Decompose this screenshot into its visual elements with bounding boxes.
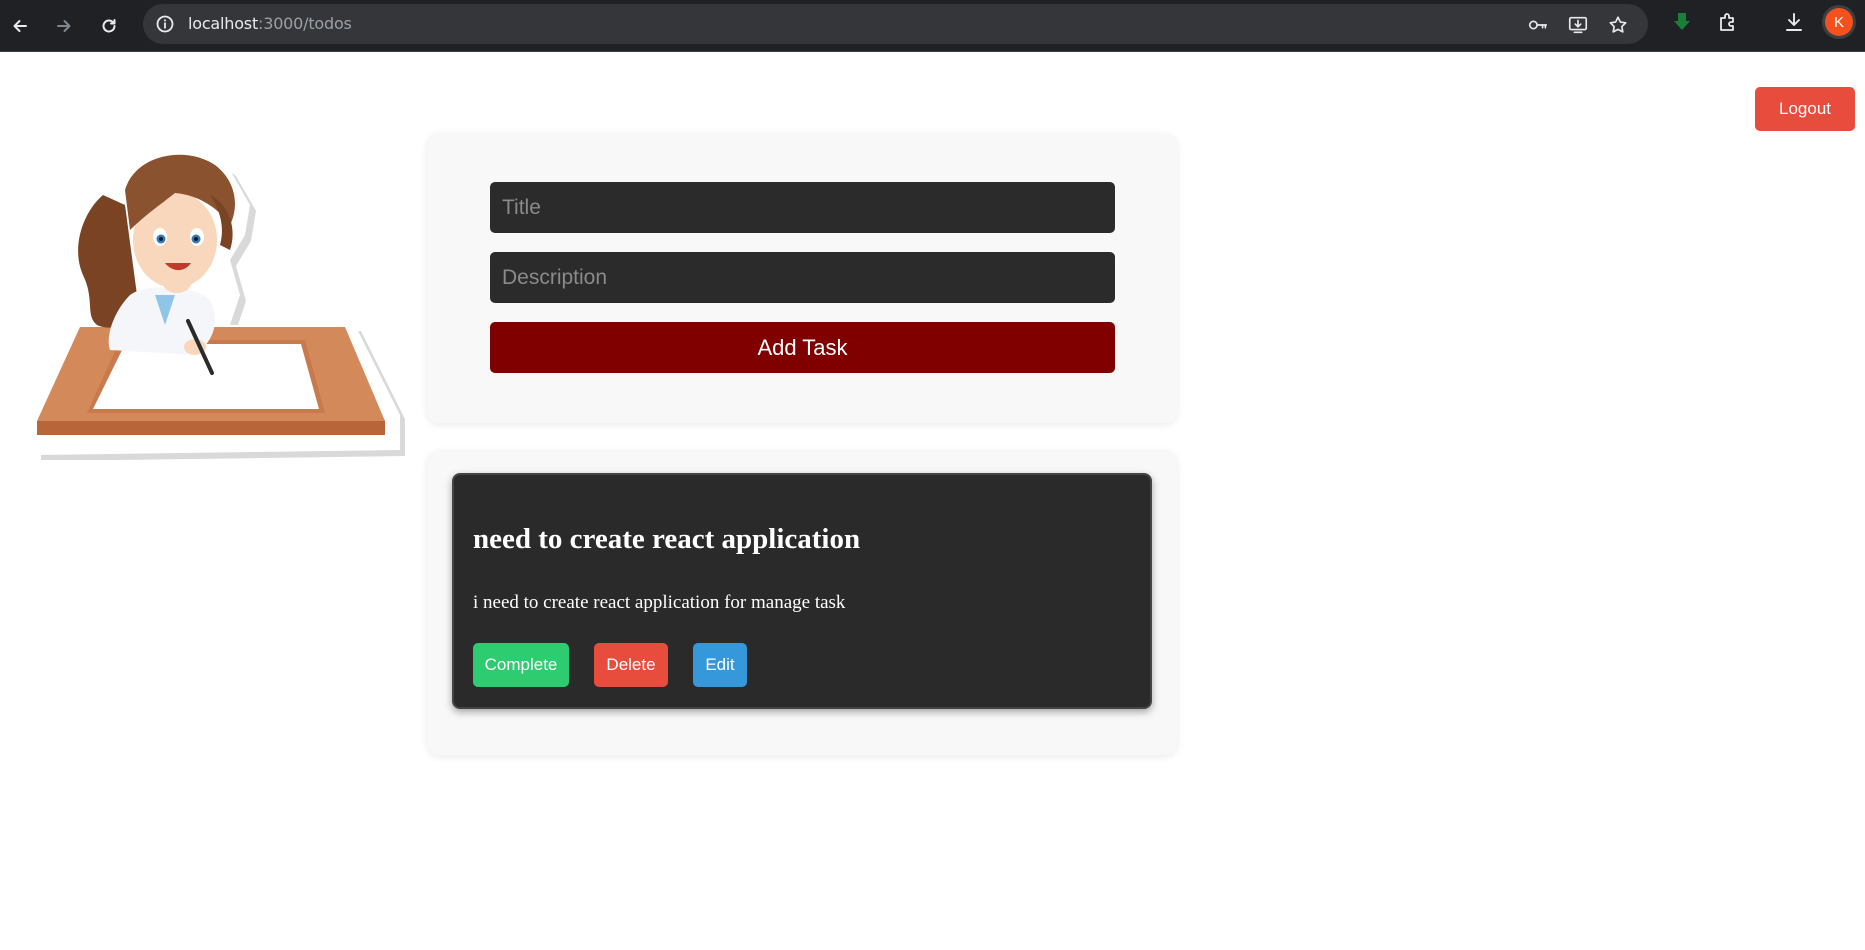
complete-button[interactable]: Complete: [473, 643, 569, 687]
forward-arrow-icon: [57, 20, 71, 32]
add-task-form: Add Task: [427, 133, 1177, 423]
site-info-icon[interactable]: [155, 14, 175, 34]
address-bar[interactable]: localhost:3000/todos: [143, 4, 1648, 44]
browser-toolbar: localhost:3000/todos K: [0, 0, 1865, 52]
delete-button[interactable]: Delete: [594, 643, 668, 687]
downloads-icon[interactable]: [1782, 10, 1806, 34]
green-download-arrow-icon[interactable]: [1670, 10, 1694, 34]
girl-writing-illustration: [35, 140, 405, 460]
description-input[interactable]: [490, 252, 1115, 303]
profile-avatar[interactable]: K: [1825, 8, 1853, 36]
back-button[interactable]: [2, 8, 38, 44]
logout-button[interactable]: Logout: [1755, 87, 1855, 131]
task-list: need to create react application i need …: [427, 450, 1177, 755]
password-key-icon[interactable]: [1527, 14, 1549, 36]
task-description: i need to create react application for m…: [473, 592, 846, 613]
back-arrow-icon: [13, 20, 27, 32]
edit-button[interactable]: Edit: [693, 643, 747, 687]
install-app-icon[interactable]: [1567, 14, 1589, 36]
task-card: need to create react application i need …: [452, 473, 1152, 709]
add-task-button[interactable]: Add Task: [490, 322, 1115, 373]
url-text[interactable]: localhost:3000/todos: [188, 14, 352, 33]
forward-button[interactable]: [46, 8, 82, 44]
reload-icon: [102, 19, 116, 33]
reload-button[interactable]: [91, 8, 127, 44]
task-title: need to create react application: [473, 523, 861, 555]
title-input[interactable]: [490, 182, 1115, 233]
extensions-puzzle-icon[interactable]: [1716, 10, 1740, 34]
bookmark-star-icon[interactable]: [1607, 14, 1629, 36]
